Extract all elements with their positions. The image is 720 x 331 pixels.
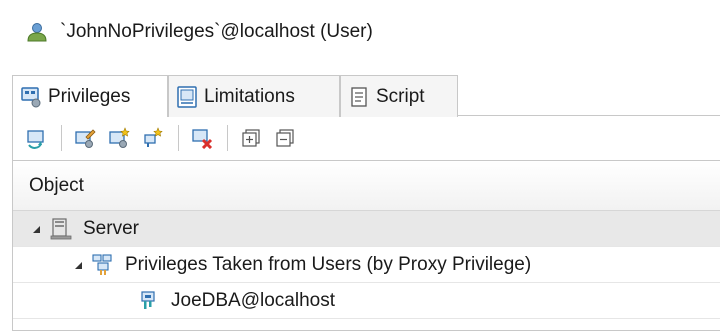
editor-title-bar: `JohnNoPrivileges`@localhost (User) — [0, 0, 720, 64]
expand-all-icon — [242, 129, 260, 147]
tree-row-label: JoeDBA@localhost — [171, 289, 335, 311]
grant-privileges-icon — [109, 127, 130, 148]
expanded-triangle-icon — [75, 261, 82, 269]
privileges-icon — [21, 86, 41, 107]
edit-privileges-button[interactable] — [72, 125, 98, 151]
collapse-twisty[interactable] — [29, 222, 43, 236]
expand-all-button[interactable] — [238, 125, 264, 151]
user-icon — [27, 23, 47, 42]
collapse-all-button[interactable] — [272, 125, 298, 151]
tab-script[interactable]: Script — [340, 75, 458, 117]
tree-row-label: Server — [83, 217, 139, 239]
grant-privileges-button[interactable] — [106, 125, 132, 151]
toolbar-separator — [178, 125, 179, 151]
column-header-label: Object — [29, 174, 84, 196]
revoke-privileges-button[interactable] — [189, 125, 215, 151]
expanded-triangle-icon — [33, 225, 40, 233]
new-proxy-privilege-button[interactable] — [140, 125, 166, 151]
object-column-header[interactable]: Object — [13, 161, 720, 211]
tree-row-server[interactable]: Server — [13, 211, 720, 247]
refresh-button[interactable] — [23, 125, 49, 151]
tree-row-proxy-privileges[interactable]: Privileges Taken from Users (by Proxy Pr… — [13, 247, 720, 283]
toolbar-separator — [61, 125, 62, 151]
editor-title: `JohnNoPrivileges`@localhost (User) — [60, 21, 373, 42]
tab-privileges-label: Privileges — [48, 85, 131, 107]
edit-privileges-icon — [75, 129, 96, 148]
tab-limitations[interactable]: Limitations — [168, 75, 340, 117]
tab-strip: Privileges Limitations Script — [12, 75, 720, 117]
revoke-privileges-icon — [192, 129, 213, 149]
collapse-twisty[interactable] — [71, 258, 85, 272]
user-editor-window: `JohnNoPrivileges`@localhost (User) Priv… — [0, 0, 720, 331]
toolbar-separator — [227, 125, 228, 151]
tree-row-joedba[interactable]: JoeDBA@localhost — [13, 283, 720, 319]
tab-privileges[interactable]: Privileges — [12, 75, 168, 117]
collapse-all-icon — [276, 129, 294, 147]
tree-row-label: Privileges Taken from Users (by Proxy Pr… — [125, 253, 532, 275]
proxy-users-icon — [92, 253, 112, 275]
limitations-icon — [177, 85, 197, 108]
script-icon — [351, 86, 367, 107]
privileges-toolbar — [12, 116, 720, 160]
proxy-user-icon — [141, 290, 155, 309]
refresh-icon — [27, 130, 44, 149]
tab-script-label: Script — [376, 85, 425, 107]
privileges-tree-table: Object Server Privileges Taken from User… — [12, 160, 720, 331]
tab-limitations-label: Limitations — [204, 85, 295, 107]
server-icon — [50, 217, 72, 239]
new-proxy-icon — [144, 127, 163, 147]
